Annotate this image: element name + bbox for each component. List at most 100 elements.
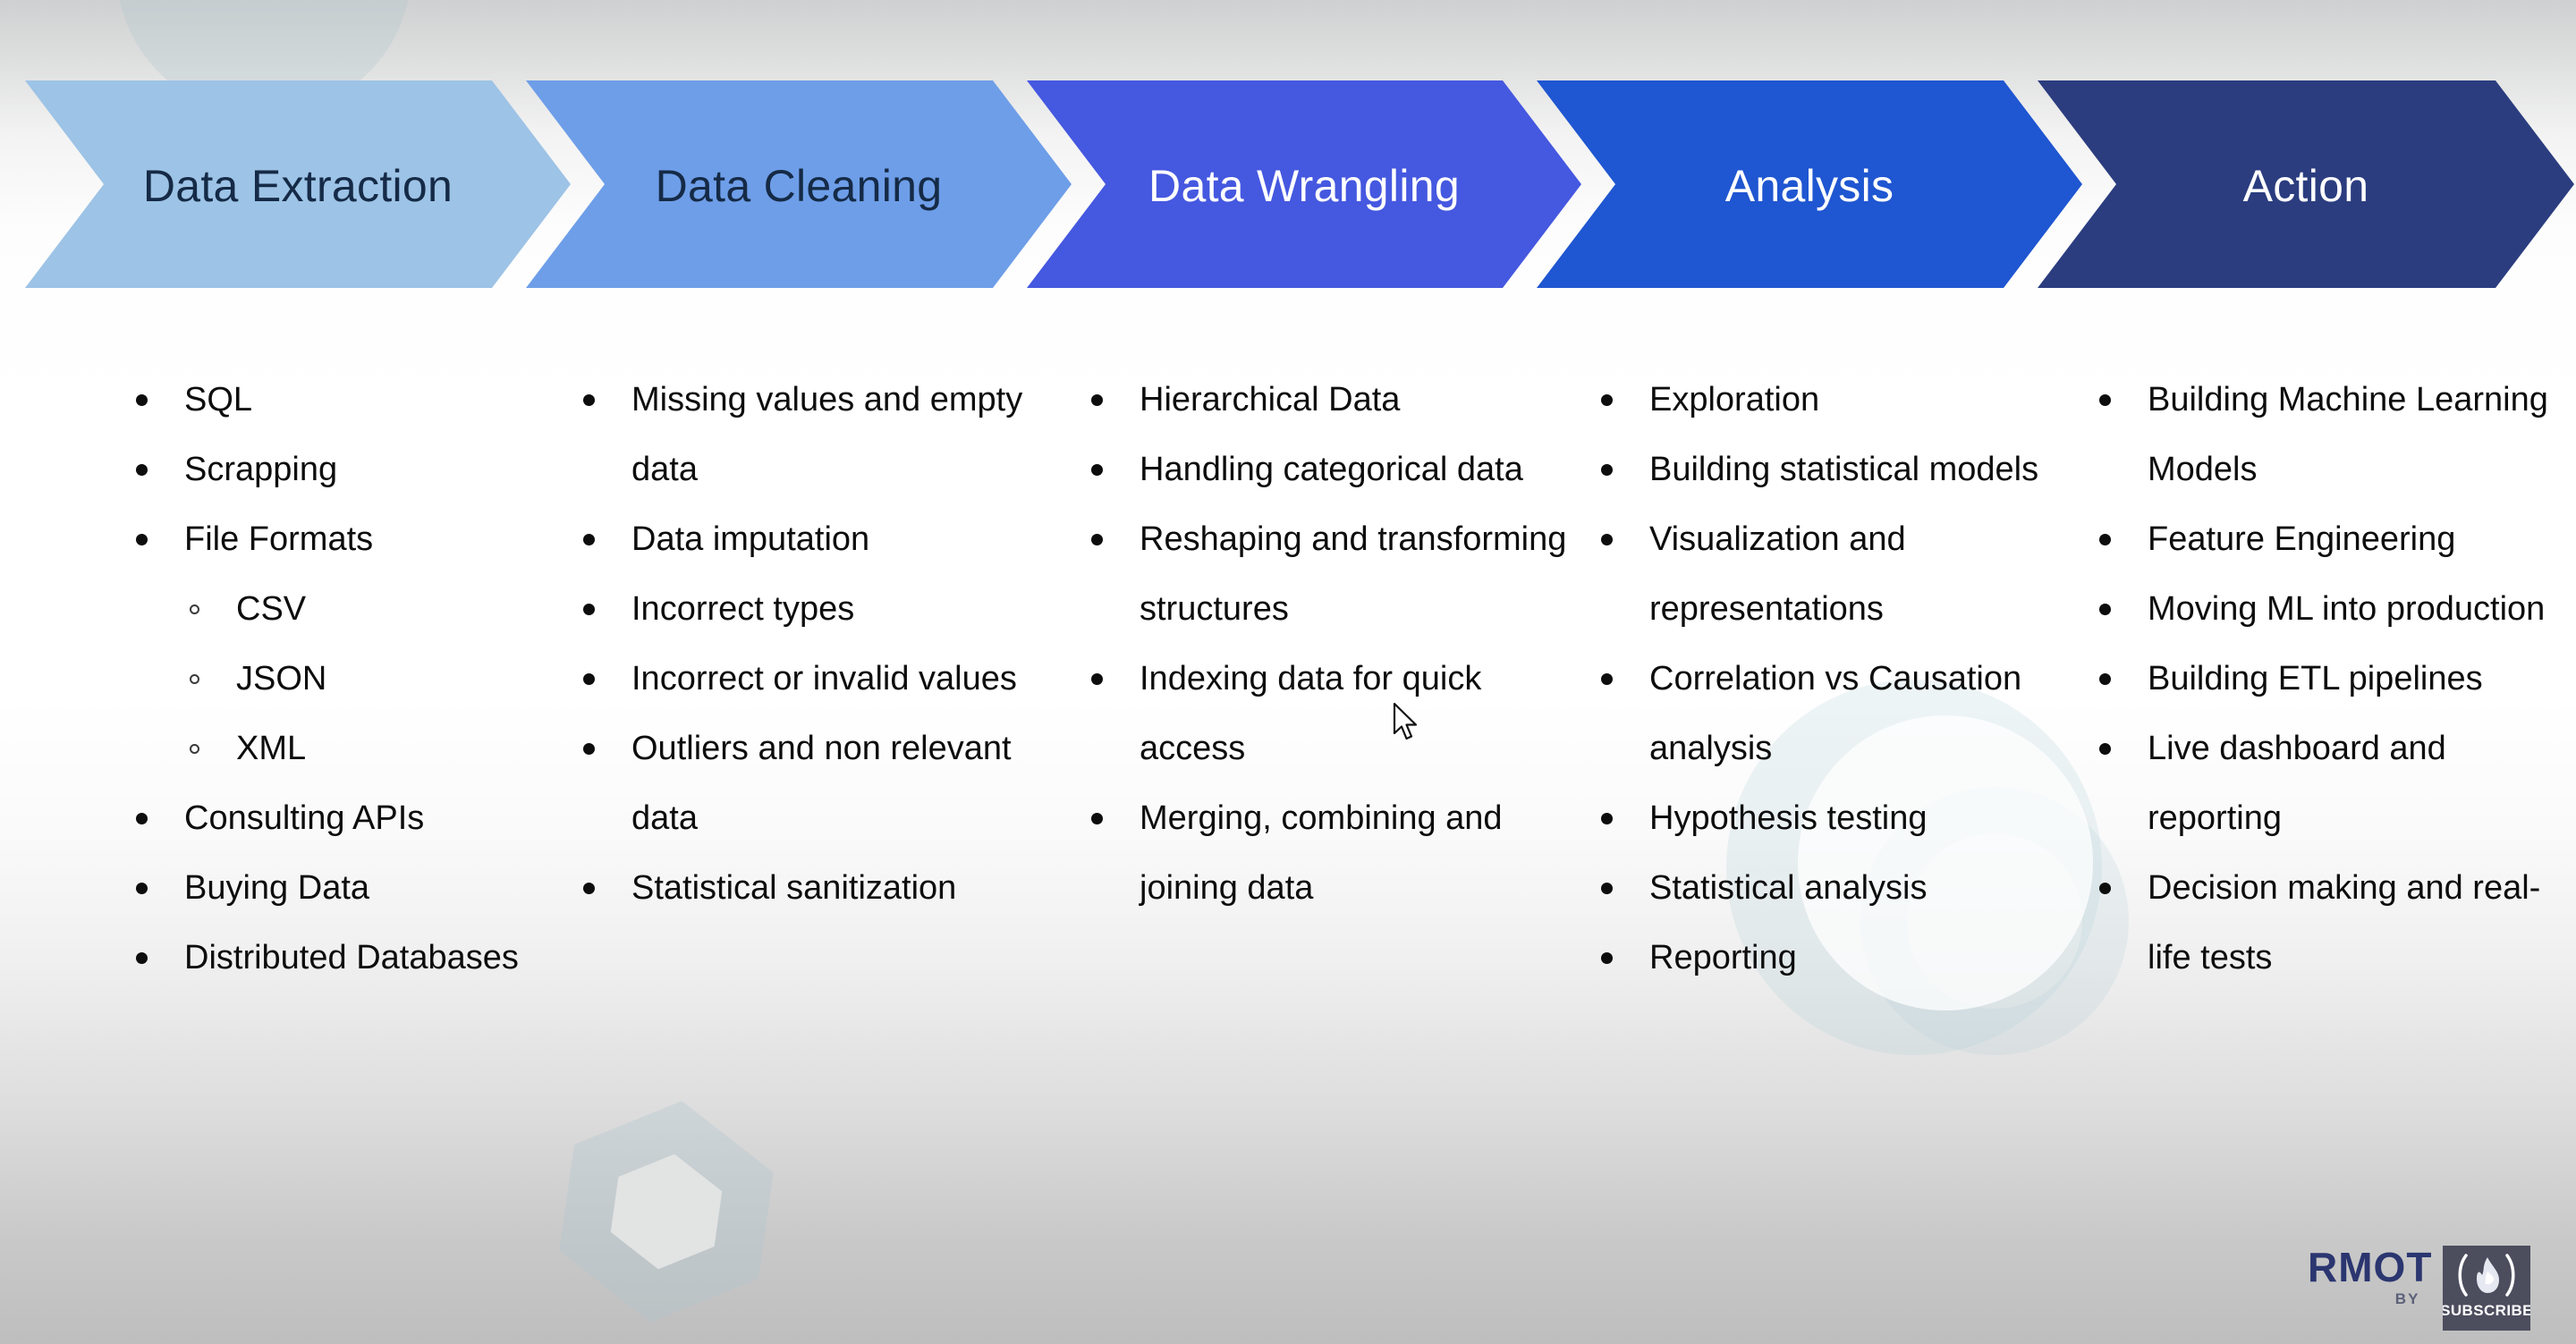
stage-label: Data Wrangling [1148, 161, 1460, 211]
sub-list-item-label: XML [236, 730, 307, 767]
bullet-dot-icon [136, 534, 148, 545]
column-data-cleaning: Missing values and empty data Data imput… [580, 365, 1080, 993]
pipeline-stage-data-extraction[interactable]: Data Extraction [25, 80, 571, 288]
list-item-label: Decision making and real-life tests [2148, 869, 2541, 976]
list-item-label: Building ETL pipelines [2148, 660, 2483, 697]
bullet-dot-icon [1091, 394, 1103, 406]
list-item-label: Buying Data [184, 869, 370, 907]
bullet-dot-icon [136, 883, 148, 894]
list-item-label: Exploration [1649, 381, 1820, 418]
bullet-dot-icon [583, 604, 595, 615]
pipeline-stage-analysis[interactable]: Analysis [1537, 80, 2082, 288]
bullet-dot-icon [583, 394, 595, 406]
watermark-hexagon [540, 1086, 792, 1338]
list-item-label: Live dashboard and reporting [2148, 730, 2446, 837]
list-item: Correlation vs Causation analysis [1597, 644, 2085, 783]
list-item-label: SQL [184, 381, 253, 418]
list-item-label: Outliers and non relevant data [631, 730, 1012, 837]
pipeline-stage-data-wrangling[interactable]: Data Wrangling [1027, 80, 1581, 288]
list-item: Reshaping and transforming structures [1088, 504, 1589, 644]
bullet-dot-icon [1601, 464, 1613, 476]
bullet-dot-icon [2099, 534, 2111, 545]
pipeline-stage-data-cleaning[interactable]: Data Cleaning [526, 80, 1072, 288]
bullet-circle-icon [190, 744, 199, 754]
column-data-wrangling: Hierarchical Data Handling categorical d… [1088, 365, 1589, 993]
bullet-dot-icon [1601, 883, 1613, 894]
list-item-label: Visualization and representations [1649, 520, 1906, 628]
bullet-dot-icon [583, 883, 595, 894]
list-item: Exploration [1597, 365, 2085, 435]
bullet-list: Building Machine Learning Models Feature… [2096, 365, 2561, 993]
list-item: Statistical sanitization [580, 853, 1080, 923]
list-item: Outliers and non relevant data [580, 714, 1080, 853]
pipeline-stage-action[interactable]: Action [2038, 80, 2574, 288]
list-item: SQL [132, 365, 571, 435]
sub-list-item-label: JSON [236, 660, 327, 697]
slide-canvas: Data Extraction Data Cleaning Data Wrang… [0, 0, 2576, 1344]
list-item: Building ETL pipelines [2096, 644, 2561, 714]
list-item: Live dashboard and reporting [2096, 714, 2561, 853]
list-item-label: Reshaping and transforming structures [1140, 520, 1567, 628]
list-item: Building statistical models [1597, 435, 2085, 504]
list-item-label: Building statistical models [1649, 451, 2039, 488]
column-action: Building Machine Learning Models Feature… [2096, 365, 2561, 993]
list-item-label: Reporting [1649, 939, 1797, 976]
bullet-dot-icon [1601, 673, 1613, 685]
list-item-label: Scrapping [184, 451, 338, 488]
list-item: Feature Engineering [2096, 504, 2561, 574]
list-item: Statistical analysis [1597, 853, 2085, 923]
list-item-label: Building Machine Learning Models [2148, 381, 2548, 488]
bullet-list: Missing values and empty data Data imput… [580, 365, 1080, 923]
flame-icon [2455, 1250, 2518, 1300]
sub-list-item: XML [184, 714, 571, 783]
watermark-hexagon-inner [601, 1146, 733, 1278]
list-item: Scrapping [132, 435, 571, 504]
bullet-circle-icon [190, 674, 199, 684]
bullet-dot-icon [583, 743, 595, 755]
list-item: Indexing data for quick access [1088, 644, 1589, 783]
bullet-dot-icon [1601, 813, 1613, 824]
stage-label: Analysis [1724, 161, 1894, 211]
list-item-label: Indexing data for quick access [1140, 660, 1482, 767]
list-item-label: File Formats [184, 520, 374, 558]
subscribe-label: SUBSCRIBE [2443, 1302, 2530, 1319]
sub-bullet-list: CSV JSON XML [184, 574, 571, 783]
stage-label: Data Extraction [142, 161, 453, 211]
bullet-dot-icon [1601, 394, 1613, 406]
sub-list-item-label: CSV [236, 590, 307, 628]
sub-list-item: CSV [184, 574, 571, 644]
mouse-pointer-icon [1393, 702, 1423, 744]
list-item: Visualization and representations [1597, 504, 2085, 644]
list-item: Missing values and empty data [580, 365, 1080, 504]
list-item: Handling categorical data [1088, 435, 1589, 504]
bullet-dot-icon [1601, 952, 1613, 964]
brand-logo-byline: BY [2394, 1290, 2420, 1307]
list-item: Hypothesis testing [1597, 783, 2085, 853]
bullet-dot-icon [136, 813, 148, 824]
list-item: Merging, combining and joining data [1088, 783, 1589, 923]
bullet-dot-icon [136, 464, 148, 476]
pipeline-chevron-bar: Data Extraction Data Cleaning Data Wrang… [0, 80, 2576, 288]
list-item-label: Incorrect or invalid values [631, 660, 1017, 697]
stage-label: Data Cleaning [655, 161, 943, 211]
subscribe-button[interactable]: SUBSCRIBE [2443, 1246, 2530, 1331]
sub-list-item: JSON [184, 644, 571, 714]
bullet-dot-icon [583, 673, 595, 685]
bullet-dot-icon [2099, 394, 2111, 406]
bullet-list: Exploration Building statistical models … [1597, 365, 2085, 993]
list-item: Building Machine Learning Models [2096, 365, 2561, 504]
bullet-circle-icon [190, 604, 199, 614]
bullet-dot-icon [2099, 604, 2111, 615]
bullet-dot-icon [136, 394, 148, 406]
list-item: Buying Data [132, 853, 571, 923]
list-item: Moving ML into production [2096, 574, 2561, 644]
bullet-dot-icon [1091, 534, 1103, 545]
list-item: Decision making and real-life tests [2096, 853, 2561, 993]
list-item-label: Hypothesis testing [1649, 799, 1928, 837]
list-item-label: Data imputation [631, 520, 870, 558]
list-item: Data imputation [580, 504, 1080, 574]
bullet-dot-icon [2099, 743, 2111, 755]
list-item-label: Merging, combining and joining data [1140, 799, 1503, 907]
bullet-dot-icon [2099, 673, 2111, 685]
list-item-label: Hierarchical Data [1140, 381, 1401, 418]
